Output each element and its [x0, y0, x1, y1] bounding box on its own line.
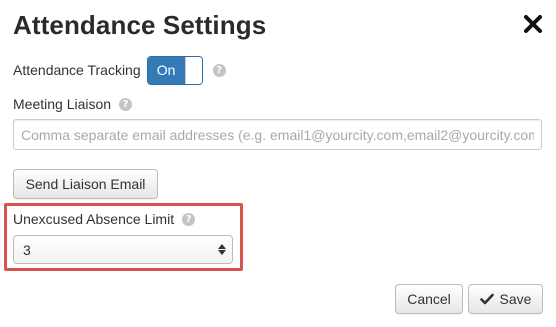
attendance-tracking-row: Attendance Tracking On ?: [13, 55, 226, 85]
dialog-title: Attendance Settings: [13, 10, 267, 40]
send-liaison-email-button[interactable]: Send Liaison Email: [13, 169, 158, 199]
select-value: 3: [23, 241, 31, 258]
liaison-email-input[interactable]: [13, 119, 542, 150]
unexcused-absence-label: Unexcused Absence Limit: [13, 211, 175, 227]
meeting-liaison-row: Meeting Liaison ?: [13, 95, 133, 113]
meeting-liaison-label: Meeting Liaison: [13, 96, 112, 112]
check-icon: [479, 293, 494, 305]
toggle-on-label: On: [147, 56, 185, 84]
attendance-tracking-toggle[interactable]: On: [146, 55, 203, 85]
save-label: Save: [499, 291, 532, 307]
cancel-button[interactable]: Cancel: [395, 284, 463, 314]
select-arrows-icon: [218, 244, 226, 255]
help-icon[interactable]: ?: [182, 212, 196, 226]
attendance-settings-dialog: Attendance Settings Attendance Tracking …: [0, 0, 556, 327]
attendance-tracking-label: Attendance Tracking: [13, 62, 141, 78]
unexcused-absence-row: Unexcused Absence Limit ?: [13, 210, 196, 228]
save-button[interactable]: Save: [468, 284, 543, 314]
close-icon[interactable]: [522, 13, 544, 35]
help-icon[interactable]: ?: [212, 63, 226, 77]
help-icon[interactable]: ?: [119, 97, 133, 111]
unexcused-absence-select[interactable]: 3: [13, 235, 233, 264]
toggle-handle[interactable]: [184, 56, 202, 84]
